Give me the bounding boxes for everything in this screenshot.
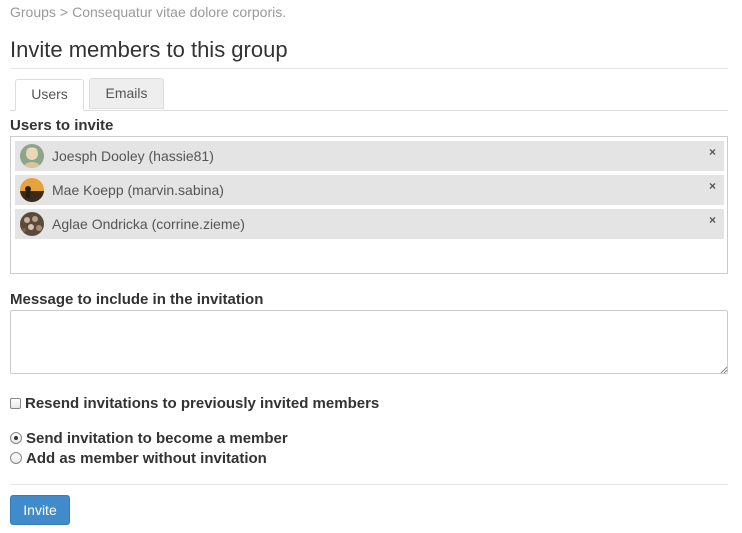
add-without-invitation-radio[interactable] bbox=[10, 452, 22, 464]
message-textarea[interactable] bbox=[10, 310, 728, 374]
page-title: Invite members to this group bbox=[10, 37, 288, 62]
add-without-invitation-option-row[interactable]: Add as member without invitation bbox=[10, 450, 267, 467]
selected-user-label: Mae Koepp (marvin.sabina) bbox=[52, 182, 224, 198]
breadcrumb-root-link[interactable]: Groups bbox=[10, 4, 56, 20]
invite-button[interactable]: Invite bbox=[10, 495, 70, 525]
title-divider bbox=[10, 68, 728, 69]
breadcrumb: Groups > Consequatur vitae dolore corporis… bbox=[10, 4, 286, 20]
user-avatar-icon bbox=[20, 144, 44, 168]
resend-option-row[interactable]: Resend invitations to previously invited… bbox=[10, 395, 379, 412]
tab-bar: Users Emails bbox=[10, 78, 728, 111]
selected-user-label: Joesph Dooley (hassie81) bbox=[52, 148, 214, 164]
add-without-invitation-label: Add as member without invitation bbox=[26, 450, 267, 467]
user-avatar-icon bbox=[20, 212, 44, 236]
selected-user-label: Aglae Ondricka (corrine.zieme) bbox=[52, 216, 245, 232]
selected-user-chip: Mae Koepp (marvin.sabina) × bbox=[15, 175, 724, 205]
resend-label: Resend invitations to previously invited… bbox=[25, 395, 380, 412]
send-invitation-option-row[interactable]: Send invitation to become a member bbox=[10, 430, 288, 447]
remove-user-close-icon[interactable]: × bbox=[709, 145, 716, 159]
tab-emails[interactable]: Emails bbox=[89, 78, 164, 109]
users-to-invite-label: Users to invite bbox=[10, 117, 114, 134]
remove-user-close-icon[interactable]: × bbox=[709, 213, 716, 227]
breadcrumb-current[interactable]: Consequatur vitae dolore corporis. bbox=[72, 4, 286, 20]
selected-user-chip: Aglae Ondricka (corrine.zieme) × bbox=[15, 209, 724, 239]
resize-grip-icon[interactable] bbox=[720, 366, 728, 374]
user-avatar-icon bbox=[20, 178, 44, 202]
send-invitation-radio[interactable] bbox=[10, 432, 22, 444]
tab-users[interactable]: Users bbox=[15, 79, 84, 111]
send-invitation-label: Send invitation to become a member bbox=[26, 430, 288, 447]
message-field-wrapper bbox=[10, 310, 728, 374]
users-select-input[interactable]: Joesph Dooley (hassie81) × Mae Koepp (ma… bbox=[10, 136, 728, 274]
remove-user-close-icon[interactable]: × bbox=[709, 179, 716, 193]
message-label: Message to include in the invitation bbox=[10, 291, 264, 308]
selected-user-chip: Joesph Dooley (hassie81) × bbox=[15, 141, 724, 171]
breadcrumb-separator: > bbox=[59, 4, 69, 20]
form-divider bbox=[10, 484, 728, 485]
resend-checkbox[interactable] bbox=[10, 398, 21, 409]
